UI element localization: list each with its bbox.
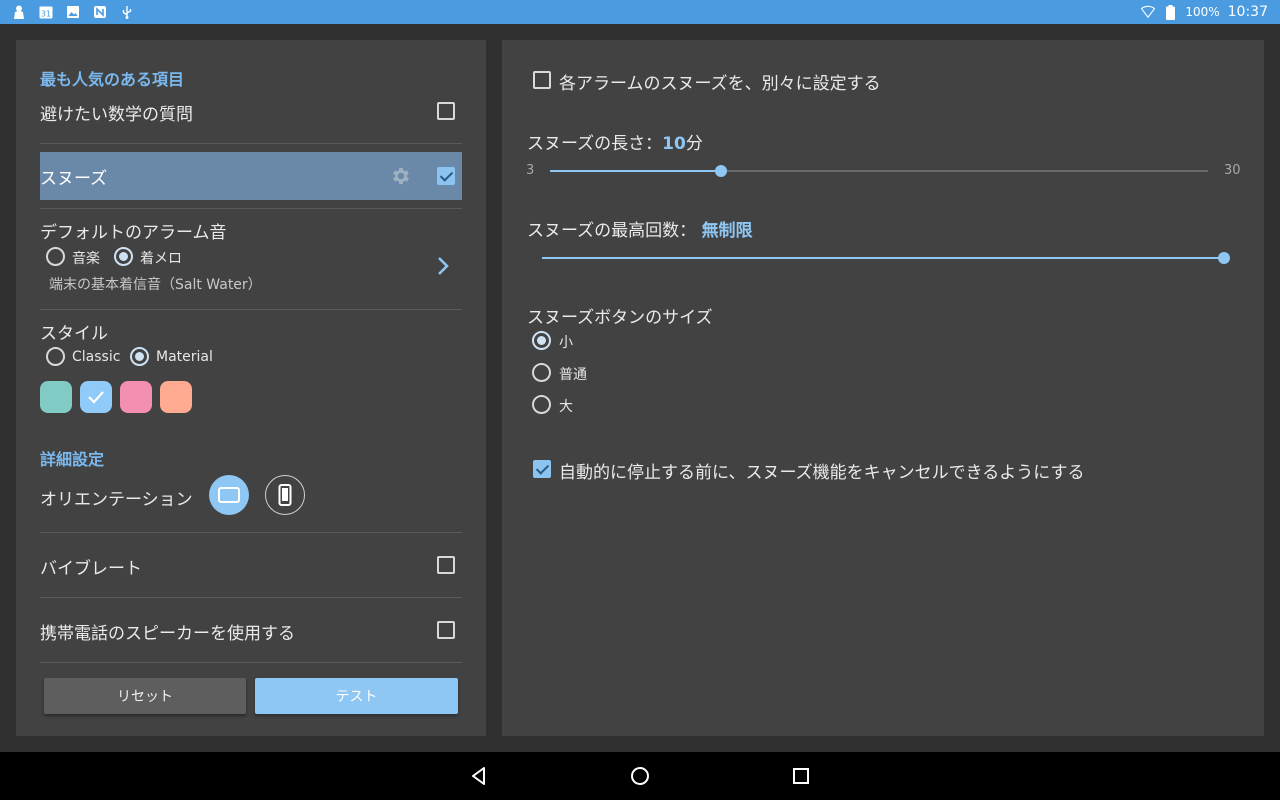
divider <box>40 532 462 533</box>
color-swatch-pink[interactable] <box>120 381 152 413</box>
gear-icon[interactable] <box>390 165 412 191</box>
chevron-right-icon[interactable] <box>436 255 450 281</box>
math-question-checkbox[interactable] <box>437 102 455 120</box>
auto-cancel-checkbox[interactable] <box>533 460 551 478</box>
auto-cancel-label: 自動的に停止する前に、スヌーズ機能をキャンセルできるようにする <box>559 463 1085 483</box>
snooze-length-value: 10 <box>662 134 686 154</box>
individual-snooze-checkbox[interactable] <box>533 71 551 89</box>
snooze-length-label: スヌーズの長さ：10分 <box>527 129 703 154</box>
radio-ringtone[interactable] <box>114 247 133 266</box>
divider <box>40 309 462 310</box>
snooze-max-label: スヌーズの最高回数： 無制限 <box>527 216 753 241</box>
battery-percent: 100% <box>1185 5 1220 19</box>
image-icon <box>66 5 80 19</box>
status-bar: 31 100% 10:37 <box>0 0 1280 24</box>
radio-classic[interactable] <box>46 347 65 366</box>
radio-material-label: Material <box>156 349 213 365</box>
snooze-length-text: スヌーズの長さ： <box>527 134 663 154</box>
radio-size-small-label: 小 <box>559 335 573 351</box>
usb-icon <box>120 5 134 19</box>
radio-size-large[interactable] <box>532 395 551 414</box>
color-swatch-teal[interactable] <box>40 381 72 413</box>
person-icon <box>12 5 26 19</box>
orientation-landscape-button[interactable] <box>209 475 249 515</box>
radio-music[interactable] <box>46 247 65 266</box>
divider <box>40 597 462 598</box>
snooze-max-text: スヌーズの最高回数： <box>527 221 697 241</box>
orientation-portrait-button[interactable] <box>265 475 305 515</box>
snooze-length-slider-thumb[interactable] <box>715 165 728 177</box>
speaker-label: 携帯電話のスピーカーを使用する <box>40 624 295 644</box>
radio-size-normal[interactable] <box>532 363 551 382</box>
popular-section-header: 最も人気のある項目 <box>40 70 185 89</box>
radio-size-normal-label: 普通 <box>559 367 587 383</box>
phone-portrait-icon <box>278 484 292 506</box>
radio-classic-label: Classic <box>72 349 121 365</box>
snooze-length-max: 30 <box>1224 163 1241 178</box>
home-icon[interactable] <box>628 764 652 788</box>
math-question-label: 避けたい数学の質問 <box>40 105 193 125</box>
snooze-length-min: 3 <box>526 163 535 178</box>
style-title: スタイル <box>40 324 108 344</box>
reset-button[interactable]: リセット <box>44 678 246 714</box>
individual-snooze-label: 各アラームのスヌーズを、別々に設定する <box>559 74 881 94</box>
snooze-max-slider-fill <box>542 257 1224 259</box>
back-icon[interactable] <box>467 764 491 788</box>
snooze-row[interactable]: スヌーズ <box>40 152 462 200</box>
recents-icon[interactable] <box>789 764 813 788</box>
divider <box>40 208 462 209</box>
test-button[interactable]: テスト <box>255 678 458 714</box>
color-swatch-orange[interactable] <box>160 381 192 413</box>
vibrate-label: バイブレート <box>40 559 142 579</box>
clock: 10:37 <box>1227 4 1268 20</box>
vibrate-checkbox[interactable] <box>437 556 455 574</box>
settings-panel-right: 各アラームのスヌーズを、別々に設定する スヌーズの長さ：10分 3 30 スヌー… <box>502 40 1264 736</box>
snooze-length-slider-fill <box>550 170 722 172</box>
battery-icon <box>1163 4 1177 20</box>
divider <box>40 662 462 663</box>
snooze-checkbox[interactable] <box>437 167 455 185</box>
radio-size-large-label: 大 <box>559 399 573 415</box>
button-size-title: スヌーズボタンのサイズ <box>527 308 713 328</box>
snooze-max-value: 無制限 <box>701 221 753 241</box>
radio-ringtone-label: 着メロ <box>140 251 182 267</box>
navigation-bar <box>0 752 1280 800</box>
snooze-max-slider-thumb[interactable] <box>1218 252 1230 264</box>
svg-text:31: 31 <box>41 10 51 19</box>
settings-panel-left: 最も人気のある項目 避けたい数学の質問 スヌーズ デフォルトのアラーム音 音楽 … <box>16 40 486 736</box>
color-swatch-blue[interactable] <box>80 381 112 413</box>
check-icon <box>88 391 104 404</box>
radio-material[interactable] <box>130 347 149 366</box>
calendar-icon: 31 <box>39 5 53 19</box>
advanced-section-header: 詳細設定 <box>40 450 105 469</box>
radio-size-small[interactable] <box>532 331 551 350</box>
speaker-checkbox[interactable] <box>437 621 455 639</box>
radio-music-label: 音楽 <box>72 251 100 267</box>
nfc-icon <box>93 5 107 19</box>
orientation-label: オリエンテーション <box>40 490 193 510</box>
snooze-length-unit: 分 <box>685 134 703 154</box>
current-ringtone: 端末の基本着信音（Salt Water） <box>49 277 262 293</box>
tablet-landscape-icon <box>218 487 240 503</box>
snooze-label: スヌーズ <box>40 169 108 189</box>
alarm-sound-title: デフォルトのアラーム音 <box>40 223 227 243</box>
divider <box>40 143 462 144</box>
wifi-icon <box>1141 5 1156 19</box>
